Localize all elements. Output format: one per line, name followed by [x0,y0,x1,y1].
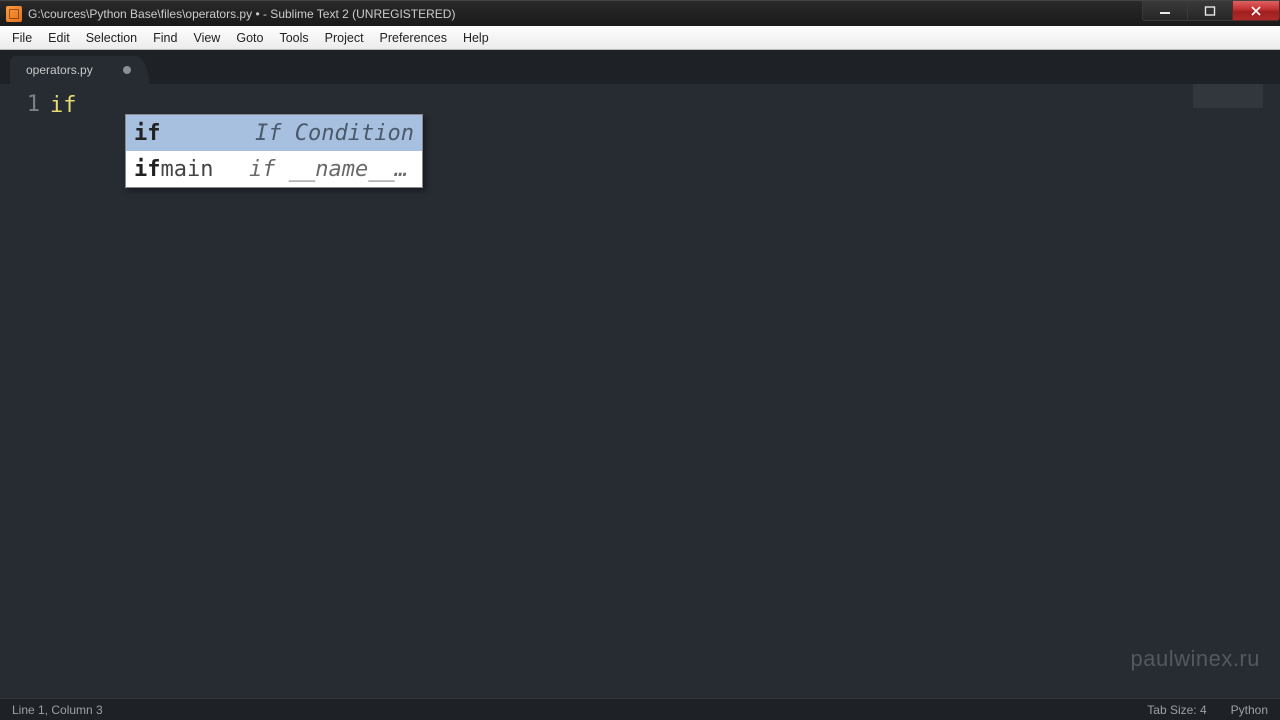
minimize-icon [1159,6,1171,16]
description: If Condition [255,121,414,146]
tab-label: operators.py [26,63,93,77]
tab-strip: operators.py [0,50,1280,84]
editor[interactable]: 1 if if If Condition if main if __name__… [0,84,1280,698]
trigger-bold: if [134,157,161,182]
autocomplete-popup[interactable]: if If Condition if main if __name__ … [125,114,423,188]
window-titlebar: G:\cources\Python Base\files\operators.p… [0,0,1280,26]
menu-selection[interactable]: Selection [78,29,145,47]
window-controls [1143,1,1280,26]
scrollbar[interactable] [1264,84,1280,698]
menu-project[interactable]: Project [317,29,372,47]
status-tab-size[interactable]: Tab Size: 4 [1147,703,1206,717]
menu-help[interactable]: Help [455,29,497,47]
status-syntax[interactable]: Python [1231,703,1268,717]
gutter: 1 [0,84,50,698]
menu-preferences[interactable]: Preferences [372,29,455,47]
menu-find[interactable]: Find [145,29,185,47]
app-icon [6,6,22,22]
line-number: 1 [0,92,40,117]
maximize-icon [1204,6,1216,16]
autocomplete-item[interactable]: if If Condition [126,115,422,151]
menu-edit[interactable]: Edit [40,29,78,47]
code-area[interactable]: if if If Condition if main if __name__ … [50,84,1280,698]
trigger-rest: main [161,157,214,182]
close-button[interactable] [1232,1,1280,21]
maximize-button[interactable] [1187,1,1233,21]
menubar: File Edit Selection Find View Goto Tools… [0,26,1280,50]
tab-operators[interactable]: operators.py [10,56,149,84]
minimap-viewport[interactable] [1193,84,1263,108]
description: if __name__ … [249,157,414,182]
trigger-bold: if [134,121,161,146]
dirty-indicator-icon [123,66,131,74]
close-icon [1250,6,1262,16]
menu-goto[interactable]: Goto [228,29,271,47]
menu-file[interactable]: File [4,29,40,47]
autocomplete-item[interactable]: if main if __name__ … [126,151,422,187]
minimize-button[interactable] [1142,1,1188,21]
statusbar: Line 1, Column 3 Tab Size: 4 Python [0,698,1280,720]
status-position[interactable]: Line 1, Column 3 [12,703,103,717]
keyword: if [50,93,77,118]
window-title: G:\cources\Python Base\files\operators.p… [28,7,455,21]
menu-view[interactable]: View [185,29,228,47]
menu-tools[interactable]: Tools [271,29,316,47]
